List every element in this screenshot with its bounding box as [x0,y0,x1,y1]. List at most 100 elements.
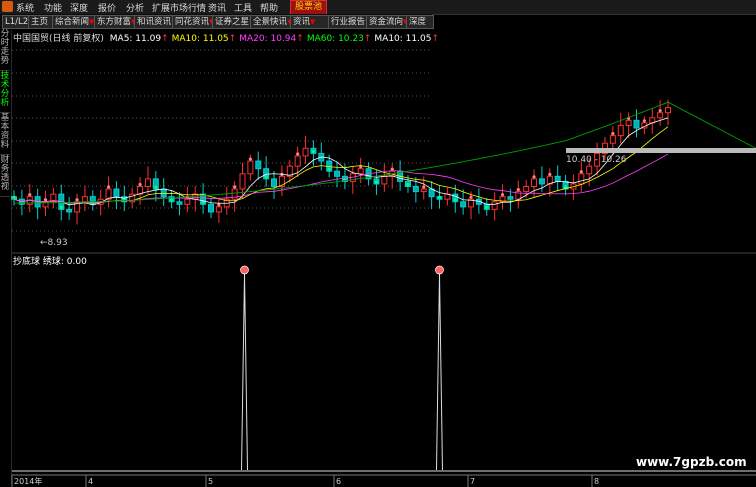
toolbar-tab-6[interactable]: 全景快讯▼ [250,15,294,29]
signal-dot [311,149,316,154]
signal-dot [453,198,457,202]
candle-body [633,119,640,129]
candle-body [428,188,435,198]
candle-body [601,142,608,154]
side-tab-2[interactable]: 基本资料 [0,114,10,155]
legend-arrow-icon: ↑ [296,34,304,44]
candle-body [523,185,530,193]
toolbar-tab-4[interactable]: 同花资讯▼ [172,15,216,29]
signal-dot [59,205,63,209]
signal-dot [280,172,284,176]
candle-body [341,175,348,182]
toolbar-tab-1[interactable]: 综合新闻▼ [52,15,96,29]
candle-body [641,122,648,129]
legend-ma-2: MA20: 10.94 [239,34,297,44]
candle-body [278,175,285,187]
site-watermark: www.7gpzb.com [636,455,747,469]
candle-body [554,175,561,182]
x-tick-label: 7 [470,477,475,486]
menu-item-2[interactable]: 深度 [70,1,88,14]
candle-body [515,191,522,200]
candle-body [113,188,120,198]
candle-body [326,160,333,172]
signal-dot [343,177,347,182]
dropdown-arrow-icon: ▼ [310,18,316,26]
candle-body [665,107,671,114]
signal-dot [28,193,32,197]
signal-dot [75,198,79,202]
signal-dot [106,185,111,189]
x-tick-label: 4 [88,477,93,486]
candle-body [491,201,498,210]
candle-body [507,196,514,200]
candle-body [152,178,159,190]
candle-body [58,193,65,210]
candle-body [460,201,467,208]
toolbar-tab-8[interactable]: 行业报告▼ [328,15,370,29]
side-tabs: 分时走势 技术分析 基本资料 财务透视 [0,30,12,485]
legend-arrow-icon: ↑ [363,34,372,44]
toolbar-tab-2[interactable]: 东方财富▼ [94,15,138,29]
side-tab-0[interactable]: 分时走势 [0,30,10,71]
side-tab-3[interactable]: 财务透视 [0,156,10,197]
menu-item-6[interactable]: 资讯 [208,1,226,14]
menu-bar: 系统 功能 深度 报价 分析 扩展市场行情 资讯 工具 帮助 股票池 [0,0,756,15]
period-button[interactable]: L1/L2 [2,15,30,29]
x-tick-label: 2014年 [14,476,42,486]
signal-dot [532,175,536,179]
candle-body [200,193,207,205]
candle-body [499,196,506,203]
candle-body [302,147,309,157]
toolbar-tab-10[interactable]: 深度 [406,15,434,29]
price-range-bar [566,148,756,153]
x-tick-label: 5 [208,477,213,486]
candle-body [184,198,191,205]
candle-body [176,201,183,205]
legend-arrow-icon: ↑ [228,34,237,44]
candle-body [247,160,254,175]
candle-body [365,168,372,180]
candle-body [121,196,128,203]
signal-dot [217,203,221,207]
candle-body [271,178,278,187]
menu-item-3[interactable]: 报价 [98,1,116,14]
menu-item-8[interactable]: 帮助 [260,1,278,14]
price-low-label: ←8.93 [40,238,68,248]
toolbar-tab-9[interactable]: 资金流向▼ [366,15,408,29]
menu-item-7[interactable]: 工具 [234,1,252,14]
toolbar-tab-3[interactable]: 和讯资讯▼ [134,15,176,29]
signal-dot [437,195,442,199]
signal-dot [422,185,426,189]
signal-dot [406,182,410,187]
side-tab-1[interactable]: 技术分析 [0,72,10,113]
candle-body [657,112,664,119]
candle-body [475,198,482,205]
signal-dot [485,205,489,209]
menu-item-4[interactable]: 分析 [126,1,144,14]
legend-arrow-icon: ↑ [161,34,169,44]
candle-body [310,147,317,154]
indicator-legend: 中国国贸(日线 前复权) MA5: 11.09↑ MA10: 11.05↑ MA20… [13,31,442,44]
candle-body [318,152,325,162]
candle-body [397,170,404,182]
menu-item-9[interactable]: 股票池 [290,0,328,15]
candle-body [586,165,593,175]
toolbar-tab-5[interactable]: 证券之星▼ [212,15,254,29]
menu-item-5[interactable]: 扩展市场行情 [152,1,206,14]
candle-body [609,135,616,144]
candle-body [255,160,262,170]
menu-item-1[interactable]: 功能 [44,1,62,14]
toolbar-tab-7[interactable]: 资讯▼ [290,15,332,29]
menu-item-0[interactable]: 系统 [16,1,34,14]
legend-ma-4: MA10: 11.05 [374,34,432,44]
candle-body [50,193,57,203]
signal-dot [500,193,505,197]
candle-body [129,193,136,203]
candle-body [412,185,419,193]
candle-body [231,188,238,200]
legend-ma-0: MA5: 11.09 [109,34,162,44]
signal-dot [579,170,583,174]
ma-line-60 [13,101,756,204]
sub-indicator-value: 绣球: 0.00 [42,257,87,267]
signal-dot [595,149,599,154]
